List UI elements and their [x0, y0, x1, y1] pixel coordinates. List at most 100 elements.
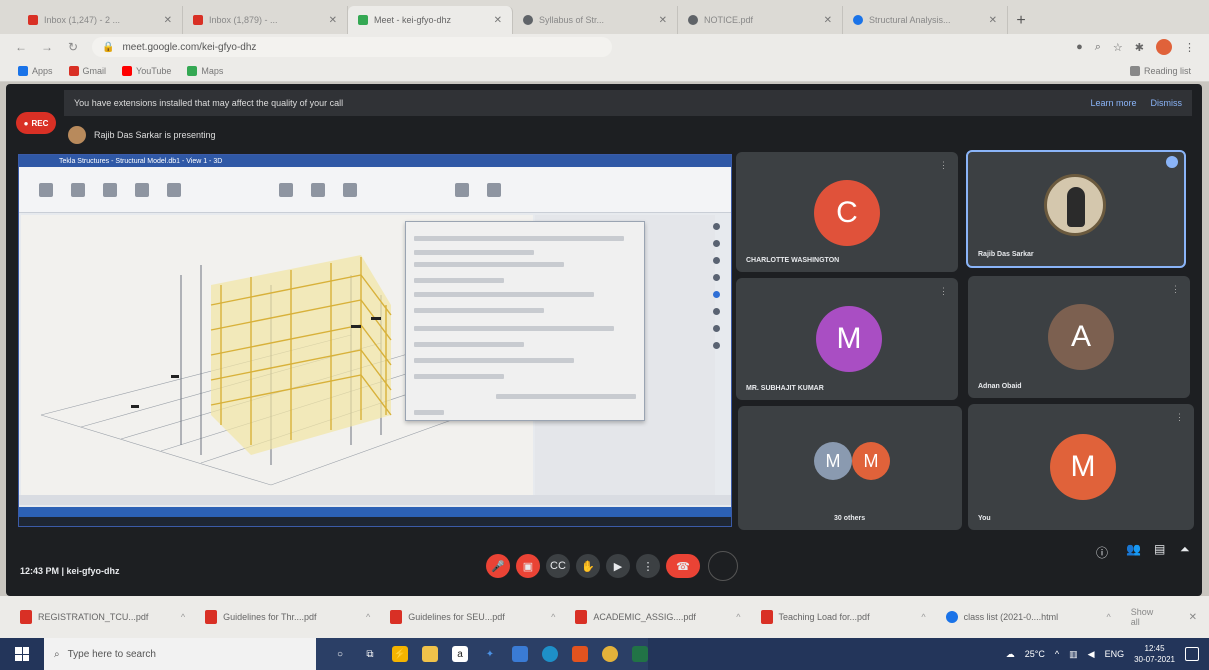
- notifications-icon[interactable]: [1185, 647, 1199, 661]
- more-options-icon[interactable]: ⋮: [1175, 412, 1184, 423]
- star-icon[interactable]: ☆: [1113, 41, 1123, 54]
- mic-off-button[interactable]: 🎤: [486, 554, 510, 578]
- pdf-icon: [760, 610, 773, 624]
- new-tab-button[interactable]: +: [1008, 8, 1034, 34]
- tab-inbox-1[interactable]: Inbox (1,247) - 2 ... ✕: [18, 6, 183, 34]
- office-icon[interactable]: [572, 646, 588, 662]
- participant-tile[interactable]: A ⋮ Adnan Obaid: [968, 276, 1190, 398]
- close-icon[interactable]: ✕: [824, 15, 832, 26]
- participant-tile[interactable]: M ⋮ MR. SUBHAJIT KUMAR: [736, 278, 958, 400]
- reload-icon[interactable]: ↻: [66, 40, 80, 54]
- tab-structural[interactable]: Structural Analysis... ✕: [843, 6, 1008, 34]
- chevron-up-icon[interactable]: ^: [1107, 612, 1111, 622]
- bookmark-label: Apps: [32, 65, 53, 76]
- show-all-button[interactable]: Show all: [1131, 607, 1165, 627]
- learn-more-link[interactable]: Learn more: [1090, 98, 1136, 108]
- participant-tile[interactable]: C ⋮ CHARLOTTE WASHINGTON: [736, 152, 958, 272]
- tab-inbox-2[interactable]: Inbox (1,879) - ... ✕: [183, 6, 348, 34]
- download-item[interactable]: Teaching Load for...pdf ^: [760, 610, 940, 624]
- zoom-icon[interactable]: ⌕: [1095, 41, 1101, 54]
- close-icon[interactable]: ✕: [494, 15, 502, 26]
- file-explorer-icon[interactable]: [422, 646, 438, 662]
- bookmark-gmail[interactable]: Gmail: [68, 65, 106, 76]
- tab-meet[interactable]: Meet - kei-gfyo-dhz ✕: [348, 6, 513, 34]
- cortana-icon[interactable]: ○: [332, 646, 348, 662]
- app-icon[interactable]: ⚡: [392, 646, 408, 662]
- download-item[interactable]: ACADEMIC_ASSIG....pdf ^: [575, 610, 754, 624]
- language-indicator[interactable]: ENG: [1105, 649, 1125, 659]
- bookmark-apps[interactable]: Apps: [18, 65, 53, 76]
- download-item[interactable]: REGISTRATION_TCU...pdf ^: [20, 610, 199, 624]
- reactions-button[interactable]: [708, 551, 738, 581]
- volume-icon[interactable]: ◀: [1088, 649, 1095, 660]
- close-icon[interactable]: ✕: [329, 15, 337, 26]
- taskbar-search[interactable]: ⌕ Type here to search: [44, 638, 316, 670]
- amazon-icon[interactable]: a: [452, 646, 468, 662]
- raise-hand-button[interactable]: ✋: [576, 554, 600, 578]
- reading-list[interactable]: Reading list: [1129, 65, 1191, 76]
- extensions-icon[interactable]: ✱: [1135, 41, 1144, 54]
- weather-icon[interactable]: ☁: [1006, 649, 1015, 660]
- chevron-up-icon[interactable]: ^: [1055, 649, 1059, 659]
- chevron-up-icon[interactable]: ^: [181, 612, 185, 622]
- others-tile[interactable]: M M 30 others: [738, 406, 962, 530]
- html-file-icon: [945, 611, 958, 623]
- close-icon[interactable]: ✕: [164, 15, 172, 26]
- chevron-up-icon[interactable]: ^: [736, 612, 740, 622]
- pdf-icon: [20, 610, 32, 624]
- chevron-up-icon[interactable]: ^: [366, 612, 370, 622]
- weather-temp[interactable]: 25°C: [1025, 649, 1045, 659]
- activities-icon[interactable]: ⏶: [1180, 542, 1190, 557]
- bookmark-youtube[interactable]: YouTube: [122, 65, 171, 76]
- participant-name: 30 others: [834, 515, 866, 522]
- chat-icon[interactable]: ▤: [1154, 542, 1165, 556]
- back-icon[interactable]: ←: [14, 40, 28, 54]
- edge-icon[interactable]: [542, 646, 558, 662]
- store-icon[interactable]: [512, 646, 528, 662]
- download-item[interactable]: Guidelines for SEU...pdf ^: [390, 610, 569, 624]
- tool-icon: [103, 182, 117, 197]
- participant-tile[interactable]: M ⋮ You: [968, 404, 1194, 530]
- camera-off-button[interactable]: ▣: [516, 554, 540, 578]
- start-button[interactable]: [0, 638, 44, 670]
- close-icon[interactable]: ✕: [659, 15, 667, 26]
- menu-icon[interactable]: ⋮: [1184, 41, 1195, 54]
- download-name: ACADEMIC_ASSIG....pdf: [593, 612, 696, 622]
- globe-icon: [523, 15, 533, 25]
- camera-icon[interactable]: ●: [1076, 41, 1083, 53]
- clock[interactable]: 12:45 30-07-2021: [1134, 643, 1175, 665]
- shared-screen[interactable]: Tekla Structures - Structural Model.db1 …: [18, 154, 732, 527]
- leave-call-button[interactable]: ☎: [666, 554, 700, 578]
- info-icon[interactable]: ⓘ: [1096, 544, 1108, 561]
- network-icon[interactable]: ▥: [1069, 649, 1078, 660]
- close-icon[interactable]: ✕: [989, 15, 997, 26]
- chevron-up-icon[interactable]: ^: [551, 612, 555, 622]
- more-options-button[interactable]: ⋮: [636, 554, 660, 578]
- dismiss-button[interactable]: Dismiss: [1151, 98, 1183, 108]
- lock-icon: 🔒: [102, 41, 115, 53]
- task-view-icon[interactable]: ⧉: [362, 646, 378, 662]
- dropbox-icon[interactable]: ✦: [482, 646, 498, 662]
- pin-icon[interactable]: [1166, 156, 1178, 168]
- people-icon[interactable]: 👥: [1126, 542, 1141, 556]
- more-options-icon[interactable]: ⋮: [1171, 284, 1180, 295]
- profile-avatar[interactable]: [1156, 39, 1172, 55]
- download-item[interactable]: class list (2021-0....html ^: [945, 611, 1125, 623]
- more-options-icon[interactable]: ⋮: [939, 286, 948, 297]
- forward-icon[interactable]: →: [40, 40, 54, 54]
- excel-icon[interactable]: [632, 646, 648, 662]
- more-options-icon[interactable]: ⋮: [939, 160, 948, 171]
- chrome-icon[interactable]: [602, 646, 618, 662]
- close-icon[interactable]: ✕: [1189, 612, 1197, 623]
- present-button[interactable]: ▶: [606, 554, 630, 578]
- download-item[interactable]: Guidelines for Thr....pdf ^: [205, 610, 384, 624]
- tool-icon: [712, 257, 720, 264]
- recording-badge: ● REC: [16, 112, 56, 134]
- captions-button[interactable]: CC: [546, 554, 570, 578]
- url-field[interactable]: 🔒 meet.google.com/kei-gfyo-dhz: [92, 37, 612, 57]
- participant-tile[interactable]: Rajib Das Sarkar: [966, 150, 1186, 268]
- tab-syllabus[interactable]: Syllabus of Str... ✕: [513, 6, 678, 34]
- tab-notice[interactable]: NOTICE.pdf ✕: [678, 6, 843, 34]
- bookmark-maps[interactable]: Maps: [187, 65, 223, 76]
- chevron-up-icon[interactable]: ^: [921, 612, 925, 622]
